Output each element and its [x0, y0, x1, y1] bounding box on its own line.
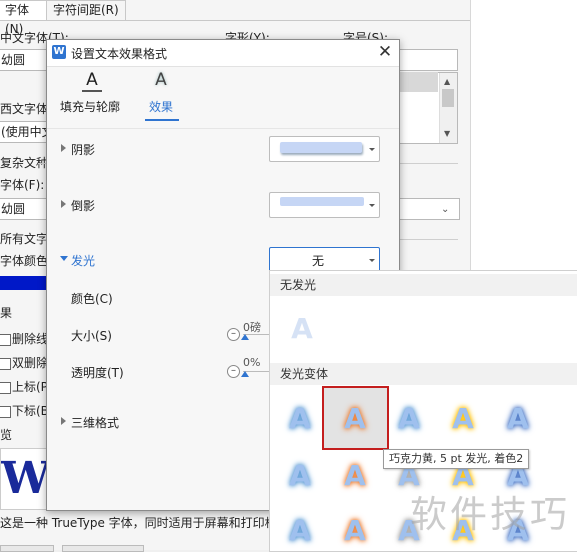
effects-icon: A — [155, 70, 167, 90]
size-list-selected[interactable] — [398, 72, 438, 92]
chevron-down-icon[interactable]: ⌄ — [441, 204, 449, 215]
scroll-thumb[interactable] — [442, 89, 454, 107]
reflection-dropdown[interactable] — [269, 192, 380, 218]
glow-size-label: 大小(S) — [71, 329, 112, 343]
collapse-arrow-icon[interactable] — [60, 256, 68, 261]
glow-variant-option[interactable]: A — [280, 456, 320, 496]
divider — [47, 128, 399, 129]
superscript-checkbox[interactable] — [0, 382, 11, 394]
glow-variant-option[interactable]: A — [280, 399, 320, 439]
dialog-title: 设置文本效果格式 — [71, 47, 168, 61]
preview-label: 览 — [0, 428, 13, 442]
glow-variant-option[interactable]: A — [335, 511, 375, 551]
glow-variants-header: 发光变体 — [270, 363, 577, 385]
size-decrease-button[interactable]: – — [227, 328, 240, 341]
superscript-label: 上标(P — [12, 380, 48, 394]
tab-character-spacing[interactable]: 字符间距(R) — [46, 0, 126, 20]
glow-transparency-value: 0% — [243, 356, 261, 369]
expand-arrow-icon[interactable] — [61, 200, 66, 208]
tab-effects-label: 效果 — [149, 100, 174, 114]
tab-effects[interactable]: A 效果 — [143, 70, 183, 120]
shadow-section-label[interactable]: 阴影 — [71, 141, 95, 158]
glow-variant-option[interactable]: A — [335, 456, 375, 496]
shadow-dropdown[interactable] — [269, 136, 380, 162]
expand-arrow-icon[interactable] — [61, 417, 66, 425]
ok-button[interactable] — [0, 545, 54, 552]
glow-dropdown-value: 无 — [311, 254, 324, 268]
size-slider-thumb[interactable] — [241, 334, 249, 340]
close-icon[interactable]: ✕ — [375, 42, 395, 62]
glow-color-label: 颜色(C) — [71, 292, 113, 306]
glow-size-value: 0磅 — [243, 321, 261, 334]
strikethrough-label: 删除线 — [12, 332, 49, 346]
glow-transparency-label: 透明度(T) — [71, 366, 124, 380]
font-color-swatch[interactable] — [0, 276, 46, 290]
glow-tooltip: 巧克力黄, 5 pt 发光, 着色2 — [383, 449, 530, 469]
glow-variant-option[interactable]: A — [443, 399, 483, 439]
subscript-checkbox[interactable] — [0, 406, 11, 418]
size-list-scrollbar[interactable]: ▲ ▼ — [439, 73, 457, 143]
glow-section-label[interactable]: 发光 — [71, 252, 95, 269]
watermark-text: 软件技巧 — [410, 493, 570, 536]
shadow-preview-swatch — [280, 142, 362, 153]
tab-fill-outline-label: 填充与轮廓 — [60, 100, 121, 114]
no-glow-option[interactable]: A — [282, 309, 322, 349]
font-description: 这是一种 TrueType 字体，同时适用于屏幕和打印机 — [0, 516, 277, 530]
active-tab-indicator — [145, 119, 179, 121]
no-glow-header: 无发光 — [270, 274, 577, 296]
effects-label: 果 — [0, 306, 13, 320]
tab-fill-outline[interactable]: A 填充与轮廓 — [57, 70, 127, 120]
preview-box: WF — [0, 448, 48, 510]
strikethrough-checkbox[interactable] — [0, 334, 11, 346]
3d-format-section-label[interactable]: 三维格式 — [71, 414, 119, 431]
glow-variant-option[interactable]: A — [498, 399, 538, 439]
transparency-decrease-button[interactable]: – — [227, 365, 240, 378]
side-area — [470, 0, 577, 270]
dialog-titlebar: W 设置文本效果格式 ✕ — [47, 40, 399, 67]
scroll-down-icon[interactable]: ▼ — [444, 129, 450, 138]
font-color-label: 字体颜色( — [0, 254, 53, 268]
glow-variant-option[interactable]: A — [280, 511, 320, 551]
complex-font-label: 字体(F): — [0, 178, 45, 192]
subscript-label: 下标(B — [12, 404, 49, 418]
transparency-slider-thumb[interactable] — [241, 371, 249, 377]
reflection-section-label[interactable]: 倒影 — [71, 197, 95, 214]
glow-variant-option[interactable]: A — [389, 399, 429, 439]
chevron-down-icon — [369, 259, 375, 262]
reflection-preview-swatch — [280, 197, 364, 206]
scroll-up-icon[interactable]: ▲ — [444, 77, 450, 86]
double-strikethrough-checkbox[interactable] — [0, 358, 11, 370]
tab-font[interactable]: 字体(N) — [0, 0, 48, 36]
western-font-label: 西文字体( — [0, 102, 53, 116]
chevron-down-icon — [369, 204, 375, 207]
double-strikethrough-label: 双删除 — [12, 356, 49, 370]
fill-outline-icon: A — [82, 70, 102, 92]
expand-arrow-icon[interactable] — [61, 144, 66, 152]
chevron-down-icon — [369, 148, 375, 151]
glow-variant-option[interactable]: A — [335, 399, 375, 439]
wps-app-icon: W — [52, 45, 66, 59]
preview-sample-text: WF — [1, 453, 47, 504]
font-size-field[interactable] — [398, 49, 458, 71]
cancel-button[interactable] — [62, 545, 144, 552]
